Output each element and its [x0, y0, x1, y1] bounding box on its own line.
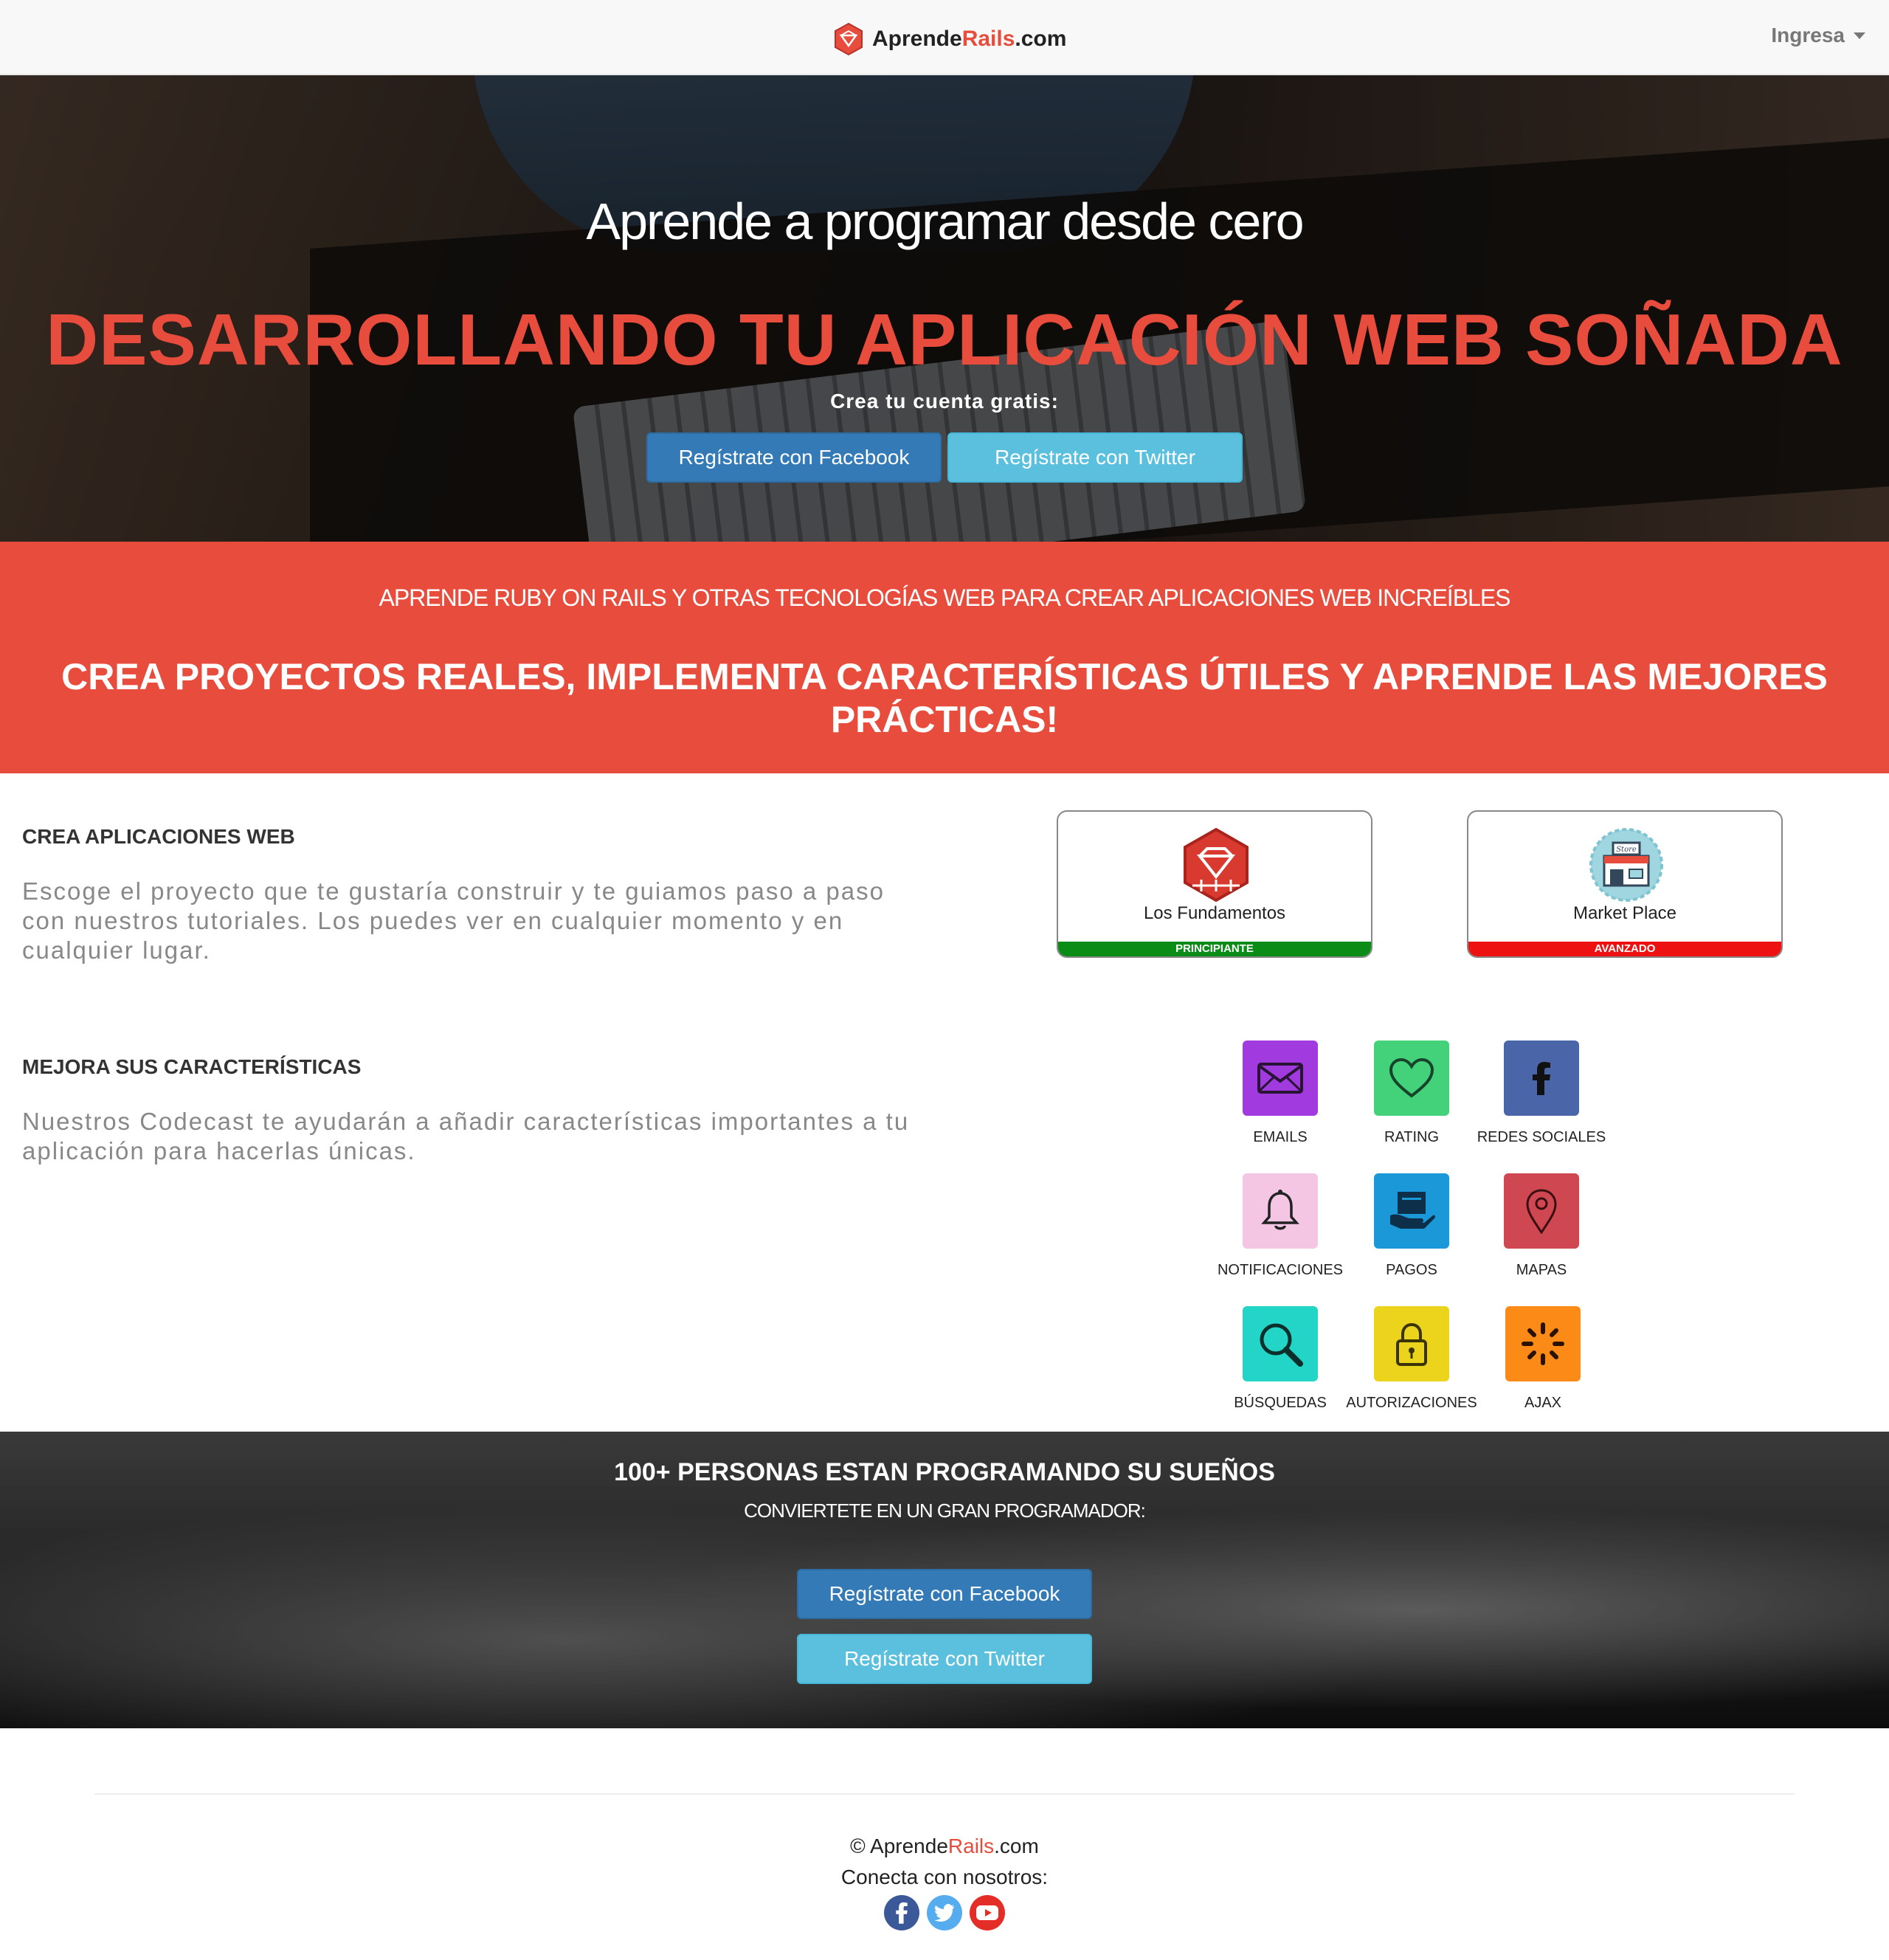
footer-copyright: © AprendeRails.com: [850, 1835, 1039, 1857]
facebook-icon: [896, 1902, 908, 1924]
svg-text:Store: Store: [1616, 846, 1637, 854]
footer-divider: [94, 1793, 1795, 1795]
login-dropdown[interactable]: Ingresa: [1771, 24, 1865, 47]
feature-label: PAGOS: [1386, 1262, 1437, 1278]
brand-logo-icon: [835, 22, 863, 56]
footer-youtube-link[interactable]: [970, 1895, 1005, 1930]
brand-name: AprendeRails.com: [872, 27, 1067, 51]
features-section-text: Nuestros Codecast te ayudarán a añadir c…: [22, 1108, 910, 1164]
spinner-icon: [1505, 1306, 1581, 1381]
feature-label: EMAILS: [1253, 1129, 1308, 1145]
feature-label: BÚSQUEDAS: [1234, 1395, 1327, 1411]
facebook-icon: [1504, 1041, 1579, 1116]
feature-redes-sociales[interactable]: REDES SOCIALES: [1471, 1041, 1612, 1146]
feature-rating[interactable]: RATING: [1341, 1041, 1482, 1146]
feature-label: REDES SOCIALES: [1477, 1129, 1606, 1145]
community-section: 100+ PERSONAS ESTAN PROGRAMANDO SU SUEÑO…: [0, 1432, 1889, 1728]
footer-facebook-link[interactable]: [884, 1895, 919, 1930]
hero-facebook-signup-button[interactable]: Regístrate con Facebook: [646, 432, 942, 483]
apps-section-text: Escoge el proyecto que te gustaría const…: [22, 877, 885, 964]
course-name: Los Fundamentos: [1143, 903, 1286, 923]
course-level-badge: AVANZADO: [1468, 942, 1781, 956]
brand-link[interactable]: AprendeRails.com: [832, 22, 1066, 56]
feature-notificaciones[interactable]: NOTIFICACIONES: [1210, 1173, 1350, 1279]
hero-cta-label: Crea tu cuenta gratis:: [830, 390, 1059, 413]
feature-autorizaciones[interactable]: AUTORIZACIONES: [1341, 1306, 1482, 1412]
hero-section: Aprende a programar desde cero DESARROLL…: [0, 75, 1889, 542]
top-navbar: AprendeRails.com Ingresa: [0, 0, 1889, 75]
hero-subtitle: Aprende a programar desde cero: [586, 193, 1304, 250]
footer-connect-label: Conecta con nosotros:: [840, 1866, 1049, 1888]
value-proposition-band: APRENDE RUBY ON RAILS Y OTRAS TECNOLOGÍA…: [0, 542, 1889, 773]
feature-label: RATING: [1384, 1129, 1440, 1145]
hero-twitter-signup-button[interactable]: Regístrate con Twitter: [947, 432, 1243, 483]
community-twitter-signup-button[interactable]: Regístrate con Twitter: [797, 1634, 1092, 1684]
envelope-icon: [1243, 1041, 1318, 1116]
feature-label: AJAX: [1524, 1395, 1562, 1411]
feature-emails[interactable]: EMAILS: [1210, 1041, 1350, 1146]
course-level-badge: PRINCIPIANTE: [1058, 942, 1371, 956]
footer-twitter-link[interactable]: [927, 1895, 962, 1930]
feature-label: NOTIFICACIONES: [1217, 1262, 1343, 1278]
twitter-icon: [934, 1904, 954, 1922]
caret-down-icon: [1854, 32, 1865, 39]
apps-section-title: CREA APLICACIONES WEB: [22, 825, 295, 848]
feature-pagos[interactable]: PAGOS: [1341, 1173, 1482, 1279]
bell-icon: [1243, 1173, 1318, 1249]
feature-label: MAPAS: [1516, 1262, 1567, 1278]
course-card-fundamentos[interactable]: Los Fundamentos PRINCIPIANTE: [1057, 810, 1372, 958]
community-facebook-signup-button[interactable]: Regístrate con Facebook: [797, 1569, 1092, 1619]
feature-label: AUTORIZACIONES: [1346, 1395, 1477, 1411]
feature-ajax[interactable]: AJAX: [1473, 1306, 1613, 1412]
community-subtitle: CONVIERTETE EN UN GRAN PROGRAMADOR:: [744, 1500, 1146, 1522]
course-card-market-place[interactable]: Store Market Place AVANZADO: [1467, 810, 1783, 958]
band-subtitle: APRENDE RUBY ON RAILS Y OTRAS TECNOLOGÍA…: [379, 584, 1510, 611]
community-title: 100+ PERSONAS ESTAN PROGRAMANDO SU SUEÑO…: [614, 1458, 1275, 1486]
store-icon: Store: [1589, 828, 1663, 902]
payment-icon: [1374, 1173, 1449, 1249]
ruby-gem-icon: [1184, 827, 1249, 903]
login-label: Ingresa: [1771, 24, 1845, 46]
feature-busquedas[interactable]: BÚSQUEDAS: [1210, 1306, 1350, 1412]
feature-mapas[interactable]: MAPAS: [1471, 1173, 1612, 1279]
band-title: CREA PROYECTOS REALES, IMPLEMENTA CARACT…: [61, 656, 1828, 740]
youtube-icon: [976, 1905, 998, 1920]
hero-title: DESARROLLANDO TU APLICACIÓN WEB SOÑADA: [46, 299, 1843, 380]
heart-icon: [1374, 1041, 1449, 1116]
lock-icon: [1374, 1306, 1449, 1381]
magnifier-icon: [1243, 1306, 1318, 1381]
course-name: Market Place: [1572, 903, 1677, 923]
features-section-title: MEJORA SUS CARACTERÍSTICAS: [22, 1055, 362, 1078]
map-pin-icon: [1504, 1173, 1579, 1249]
